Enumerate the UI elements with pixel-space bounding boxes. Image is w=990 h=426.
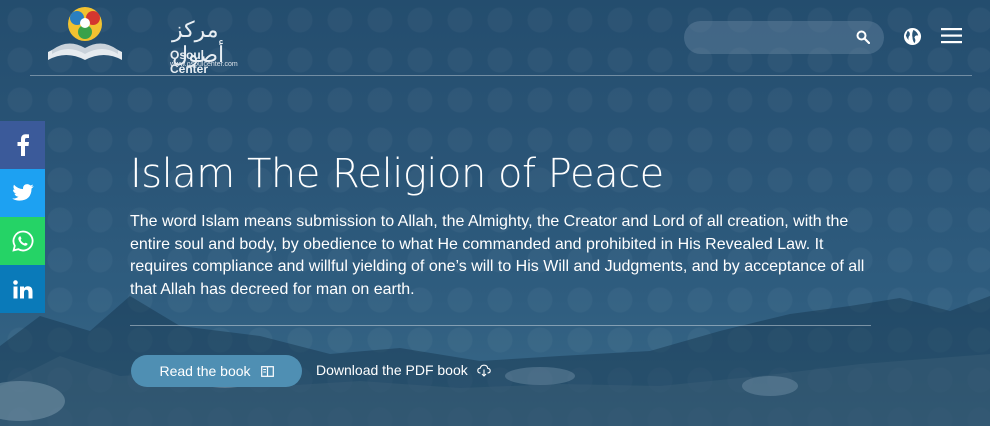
whatsapp-share-button[interactable] [0, 217, 45, 265]
search-box[interactable] [684, 21, 884, 54]
logo-url: www.osoulcenter.com [170, 61, 238, 68]
whatsapp-icon [11, 230, 33, 252]
globe-icon[interactable] [903, 27, 922, 46]
download-pdf-link[interactable]: Download the PDF book [316, 362, 491, 378]
search-icon[interactable] [856, 30, 870, 44]
linkedin-icon [12, 279, 32, 298]
twitter-icon [11, 184, 34, 201]
read-book-button[interactable]: Read the book [131, 355, 302, 387]
search-input[interactable] [684, 21, 849, 54]
cloud-download-icon [477, 364, 491, 377]
facebook-share-button[interactable] [0, 121, 45, 169]
linkedin-share-button[interactable] [0, 265, 45, 313]
read-book-label: Read the book [159, 363, 251, 379]
twitter-share-button[interactable] [0, 169, 45, 217]
book-icon [260, 365, 274, 377]
site-logo[interactable]: مركز أصول Osoul Center www.osoulcenter.c… [44, 4, 238, 76]
header-divider [30, 75, 972, 76]
menu-icon[interactable] [941, 27, 962, 44]
facebook-icon [17, 134, 29, 156]
page-title: Islam The Religion of Peace [130, 151, 664, 197]
download-pdf-label: Download the PDF book [316, 362, 468, 378]
logo-emblem-icon [48, 7, 122, 60]
page-description: The word Islam means submission to Allah… [130, 213, 865, 298]
social-share-bar [0, 121, 45, 313]
content-divider [130, 325, 871, 326]
